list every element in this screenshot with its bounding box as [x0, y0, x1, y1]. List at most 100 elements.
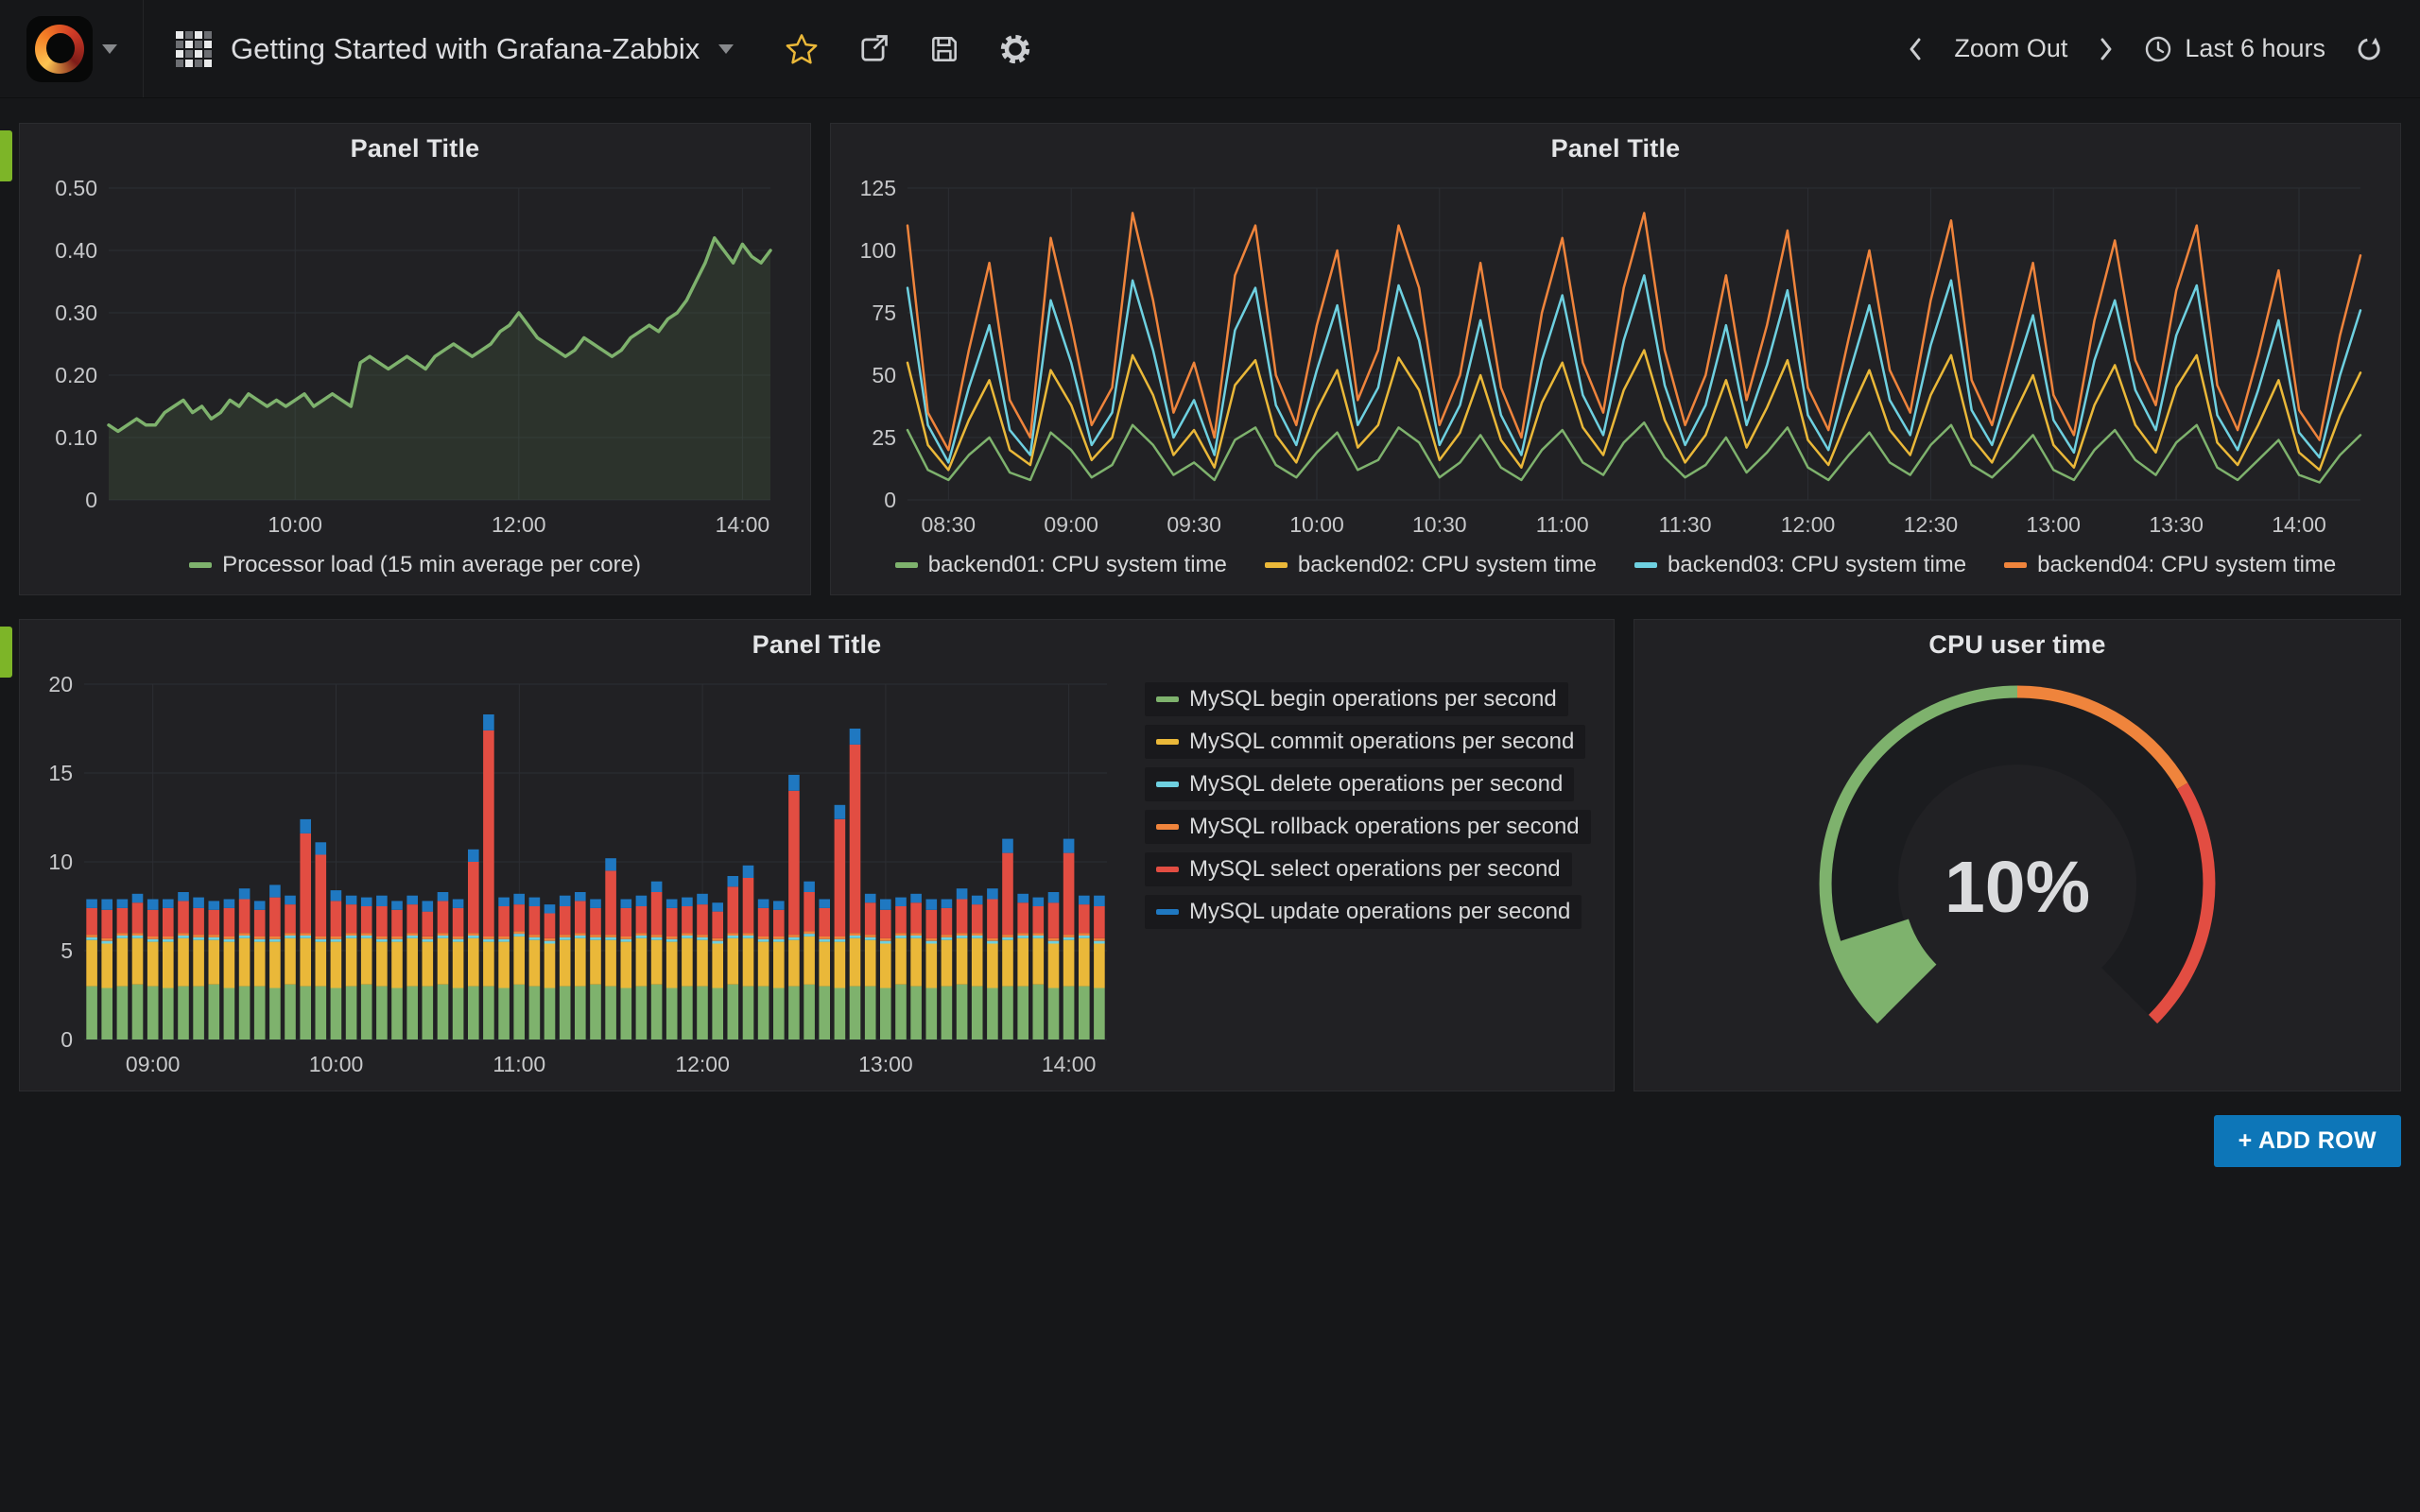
svg-text:0.50: 0.50	[55, 176, 97, 200]
zoom-out-button[interactable]: Zoom Out	[1943, 25, 2079, 73]
navbar: Getting Started with Grafana-Zabbix	[0, 0, 2420, 98]
svg-text:11:30: 11:30	[1659, 512, 1712, 537]
cpu-system-time-chart[interactable]: 08:3009:0009:3010:0010:3011:0011:3012:00…	[846, 173, 2385, 543]
chevron-left-icon	[1907, 34, 1926, 64]
svg-text:125: 125	[860, 176, 896, 200]
svg-text:14:00: 14:00	[1042, 1052, 1097, 1076]
legend-swatch	[895, 562, 918, 568]
legend-item[interactable]: backend01: CPU system time	[895, 552, 1227, 578]
svg-text:13:00: 13:00	[858, 1052, 913, 1076]
time-shift-back-button[interactable]	[1895, 25, 1937, 74]
star-button[interactable]	[775, 23, 828, 76]
nav-actions	[766, 0, 1051, 97]
svg-text:5: 5	[60, 938, 73, 963]
legend-item[interactable]: MySQL select operations per second	[1145, 852, 1572, 886]
svg-text:75: 75	[872, 301, 896, 325]
time-picker-button[interactable]: Last 6 hours	[2132, 25, 2337, 74]
share-icon	[856, 32, 890, 66]
legend-item[interactable]: MySQL rollback operations per second	[1145, 810, 1591, 844]
panel-title[interactable]: CPU user time	[1634, 620, 2400, 669]
panel-body: 10:00 12:00 14:00 0 0.10 0.20 0.30 0.40 0.50 Pro…	[20, 173, 810, 594]
time-range-label: Last 6 hours	[2185, 34, 2325, 63]
panel-processor-load: Panel Title 10:00 12:00 14:00 0 0.10 0.20 0.30…	[19, 123, 811, 595]
svg-text:12:00: 12:00	[492, 512, 546, 537]
chevron-right-icon	[2096, 34, 2115, 64]
zoom-out-label: Zoom Out	[1954, 34, 2067, 63]
svg-text:10:00: 10:00	[1289, 512, 1344, 537]
svg-text:11:00: 11:00	[1536, 512, 1589, 537]
legend-label: MySQL select operations per second	[1189, 856, 1561, 883]
chart-legend: MySQL begin operations per second MySQL c…	[1145, 669, 1599, 1083]
svg-text:25: 25	[872, 425, 896, 450]
panel-title[interactable]: Panel Title	[20, 124, 810, 173]
grafana-logo-icon	[26, 16, 93, 82]
svg-text:0: 0	[60, 1027, 73, 1052]
panel-mysql-operations: Panel Title 09:0010:0011:0012:0013:0014:…	[19, 619, 1615, 1091]
legend-item[interactable]: MySQL update operations per second	[1145, 895, 1582, 929]
svg-text:14:00: 14:00	[2272, 512, 2326, 537]
save-icon	[928, 33, 960, 65]
refresh-button[interactable]	[2342, 25, 2395, 74]
panel-cpu-user-time: CPU user time 10%	[1634, 619, 2401, 1091]
panel-body: 09:0010:0011:0012:0013:0014:0005101520 M…	[20, 669, 1614, 1091]
refresh-icon	[2354, 34, 2384, 64]
svg-text:13:30: 13:30	[2149, 512, 2204, 537]
time-shift-forward-button[interactable]	[2084, 25, 2126, 74]
svg-text:12:30: 12:30	[1904, 512, 1959, 537]
legend-item[interactable]: MySQL begin operations per second	[1145, 682, 1568, 716]
legend-label: MySQL update operations per second	[1189, 899, 1570, 925]
svg-text:09:00: 09:00	[1044, 512, 1098, 537]
panel-body: 10%	[1634, 669, 2400, 1091]
svg-text:0.20: 0.20	[55, 363, 97, 387]
legend-item[interactable]: backend03: CPU system time	[1634, 552, 1966, 578]
chevron-down-icon	[718, 44, 734, 54]
svg-text:11:00: 11:00	[493, 1052, 545, 1076]
share-button[interactable]	[847, 23, 900, 76]
svg-text:0: 0	[85, 488, 97, 512]
svg-text:14:00: 14:00	[716, 512, 770, 537]
svg-text:10:00: 10:00	[309, 1052, 364, 1076]
chart-legend: backend01: CPU system time backend02: CPU…	[846, 543, 2385, 587]
svg-text:100: 100	[860, 238, 896, 263]
legend-item[interactable]: MySQL delete operations per second	[1145, 767, 1574, 801]
legend-item[interactable]: Processor load (15 min average per core)	[189, 552, 641, 578]
svg-text:0.40: 0.40	[55, 238, 97, 263]
svg-text:0.30: 0.30	[55, 301, 97, 325]
legend-item[interactable]: backend02: CPU system time	[1265, 552, 1597, 578]
panel-body: 08:3009:0009:3010:0010:3011:0011:3012:00…	[831, 173, 2400, 594]
row-toggle-handle[interactable]	[0, 627, 12, 678]
legend-item[interactable]: backend04: CPU system time	[2004, 552, 2336, 578]
dashboard-row-1: Panel Title 10:00 12:00 14:00 0 0.10 0.20 0.30…	[19, 123, 2401, 595]
legend-swatch	[1156, 824, 1179, 830]
svg-text:10:30: 10:30	[1412, 512, 1467, 537]
svg-text:12:00: 12:00	[675, 1052, 730, 1076]
legend-swatch	[1156, 909, 1179, 915]
chart-legend: Processor load (15 min average per core)	[35, 543, 795, 587]
svg-text:10: 10	[48, 850, 73, 874]
cpu-user-time-gauge[interactable]: 10%	[1650, 669, 2385, 1083]
settings-button[interactable]	[989, 23, 1042, 76]
legend-label: backend02: CPU system time	[1298, 552, 1597, 578]
legend-item[interactable]: MySQL commit operations per second	[1145, 725, 1585, 759]
add-row-button[interactable]: + ADD ROW	[2214, 1115, 2401, 1167]
dashboard-grid-icon	[176, 31, 212, 67]
processor-load-chart[interactable]: 10:00 12:00 14:00 0 0.10 0.20 0.30 0.40 0.50	[35, 173, 795, 543]
svg-text:12:00: 12:00	[1781, 512, 1836, 537]
panel-title[interactable]: Panel Title	[20, 620, 1614, 669]
panel-title[interactable]: Panel Title	[831, 124, 2400, 173]
grafana-swirl-icon	[35, 25, 84, 74]
mysql-operations-chart[interactable]: 09:0010:0011:0012:0013:0014:0005101520	[35, 669, 1132, 1083]
legend-label: MySQL commit operations per second	[1189, 729, 1574, 755]
legend-swatch	[1265, 562, 1288, 568]
row-toggle-handle[interactable]	[0, 130, 12, 181]
svg-text:0.10: 0.10	[55, 425, 97, 450]
grafana-logo-menu[interactable]	[0, 0, 144, 97]
svg-text:10:00: 10:00	[268, 512, 322, 537]
save-button[interactable]	[919, 24, 970, 75]
dashboard-title: Getting Started with Grafana-Zabbix	[231, 32, 700, 66]
svg-text:50: 50	[872, 363, 896, 387]
svg-text:08:30: 08:30	[922, 512, 977, 537]
legend-label: MySQL begin operations per second	[1189, 686, 1557, 713]
dashboard-picker[interactable]: Getting Started with Grafana-Zabbix	[144, 0, 766, 97]
star-icon	[785, 32, 819, 66]
